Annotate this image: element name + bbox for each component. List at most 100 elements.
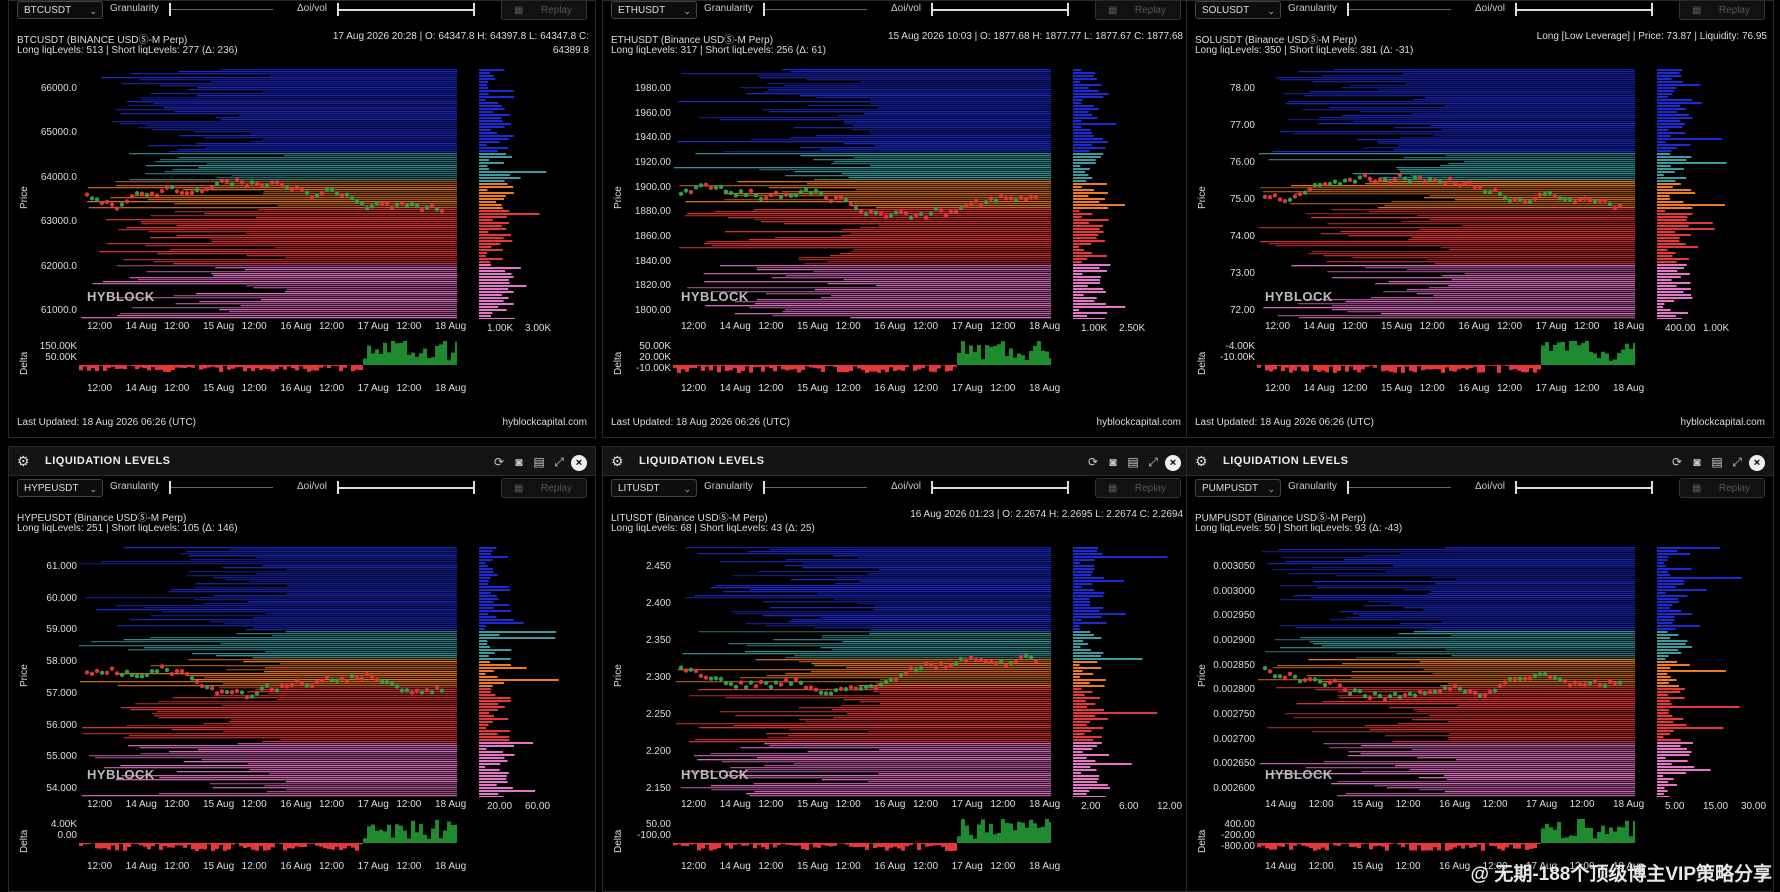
camera-icon[interactable]: ◙	[1105, 454, 1121, 470]
symbol-select[interactable]: HYPEUSDT ⌄	[17, 479, 103, 497]
delta-chart[interactable]	[79, 341, 457, 381]
save-icon[interactable]: ▤	[1125, 454, 1141, 470]
price-tick-label: 55.000	[46, 751, 77, 763]
liquidation-level-line	[1398, 169, 1635, 171]
expand-icon[interactable]: ⤢	[1145, 454, 1161, 470]
delta-chart[interactable]	[673, 341, 1051, 381]
granularity-slider[interactable]	[169, 481, 273, 494]
delta-tick-label: 150.00K	[39, 341, 77, 352]
liquidation-level-line	[1448, 163, 1635, 165]
refresh-icon[interactable]: ⟳	[491, 454, 507, 470]
granularity-slider[interactable]	[1347, 481, 1451, 494]
symbol-select[interactable]: PUMPUSDT ⌄	[1195, 479, 1281, 497]
gear-icon[interactable]: ⚙	[17, 453, 33, 469]
camera-icon[interactable]: ◙	[1689, 454, 1705, 470]
save-icon[interactable]: ▤	[1709, 454, 1725, 470]
doi-vol-slider[interactable]	[931, 481, 1069, 494]
replay-button[interactable]: ▦ Replay	[1095, 478, 1181, 498]
delta-chart[interactable]	[79, 819, 457, 859]
symbol-select[interactable]: ETHUSDT ⌄	[611, 1, 697, 19]
liquidation-heatmap[interactable]	[1257, 547, 1635, 797]
symbol-select[interactable]: BTCUSDT ⌄	[17, 1, 103, 19]
histogram-tick-label: 6.00	[1119, 801, 1139, 812]
refresh-icon[interactable]: ⟳	[1669, 454, 1685, 470]
delta-bar	[733, 843, 737, 845]
liquidation-level-line	[1347, 755, 1635, 757]
delta-axis-title: Delta	[1197, 829, 1208, 853]
delta-bar	[957, 836, 961, 843]
candle-marker	[304, 190, 310, 195]
replay-button[interactable]: ▦ Replay	[501, 1, 587, 20]
doi-vol-slider-min-handle[interactable]	[337, 481, 339, 494]
granularity-slider[interactable]	[763, 481, 867, 494]
granularity-slider-handle[interactable]	[763, 481, 765, 494]
replay-button[interactable]: ▦ Replay	[501, 478, 587, 498]
delta-bar	[1601, 825, 1605, 843]
save-icon[interactable]: ▤	[531, 454, 547, 470]
symbol-select[interactable]: SOLUSDT ⌄	[1195, 1, 1281, 19]
histogram-bar	[479, 739, 510, 741]
delta-bar	[805, 365, 809, 367]
candle-marker	[1367, 176, 1373, 182]
liquidation-heatmap[interactable]	[673, 69, 1051, 319]
doi-vol-slider-max-handle[interactable]	[1067, 481, 1069, 494]
doi-vol-slider-max-handle[interactable]	[1651, 3, 1653, 16]
doi-vol-slider[interactable]	[1515, 3, 1653, 16]
liquidation-level-line	[870, 133, 1051, 135]
doi-vol-slider-max-handle[interactable]	[473, 481, 475, 494]
liquidation-heatmap[interactable]	[79, 547, 457, 797]
delta-chart[interactable]	[673, 819, 1051, 859]
delta-bar	[689, 365, 693, 368]
doi-vol-slider[interactable]	[931, 3, 1069, 16]
doi-vol-slider-min-handle[interactable]	[337, 3, 339, 16]
symbol-select[interactable]: LITUSDT ⌄	[611, 479, 697, 497]
delta-chart[interactable]	[1257, 341, 1635, 381]
granularity-slider[interactable]	[169, 3, 273, 16]
granularity-slider-handle[interactable]	[1347, 481, 1349, 494]
expand-icon[interactable]: ⤢	[551, 454, 567, 470]
liquidation-level-line	[785, 559, 1051, 561]
close-icon[interactable]: ×	[571, 455, 587, 471]
liquidation-heatmap[interactable]	[673, 547, 1051, 797]
liquidation-heatmap[interactable]	[1257, 69, 1635, 319]
granularity-slider[interactable]	[1347, 3, 1451, 16]
doi-vol-slider-max-handle[interactable]	[1651, 481, 1653, 494]
liquidation-heatmap[interactable]	[79, 69, 457, 319]
granularity-slider[interactable]	[763, 3, 867, 16]
doi-vol-slider[interactable]	[337, 3, 475, 16]
doi-vol-slider[interactable]	[1515, 481, 1653, 494]
site-link[interactable]: hyblockcapital.com	[1681, 417, 1765, 428]
site-link[interactable]: hyblockcapital.com	[503, 417, 587, 428]
expand-icon[interactable]: ⤢	[1729, 454, 1745, 470]
candle-marker	[743, 685, 749, 690]
replay-button[interactable]: ▦ Replay	[1095, 1, 1181, 20]
doi-vol-slider-min-handle[interactable]	[1515, 481, 1517, 494]
gear-icon[interactable]: ⚙	[1195, 453, 1211, 469]
granularity-slider-handle[interactable]	[169, 481, 171, 494]
candle-marker	[1497, 191, 1503, 197]
granularity-slider-handle[interactable]	[1347, 3, 1349, 16]
site-link[interactable]: hyblockcapital.com	[1097, 417, 1181, 428]
replay-button[interactable]: ▦ Replay	[1679, 478, 1765, 498]
delta-bar	[203, 843, 207, 850]
granularity-slider-handle[interactable]	[763, 3, 765, 16]
doi-vol-slider-min-handle[interactable]	[931, 3, 933, 16]
gear-icon[interactable]: ⚙	[611, 453, 627, 469]
close-icon[interactable]: ×	[1165, 455, 1181, 471]
doi-vol-slider-min-handle[interactable]	[931, 481, 933, 494]
delta-bar	[1497, 365, 1501, 373]
liquidation-level-line	[850, 251, 1051, 253]
doi-vol-slider-min-handle[interactable]	[1515, 3, 1517, 16]
close-icon[interactable]: ×	[1749, 455, 1765, 471]
granularity-slider-handle[interactable]	[169, 3, 171, 16]
refresh-icon[interactable]: ⟳	[1085, 454, 1101, 470]
candle-marker	[1417, 689, 1423, 695]
doi-vol-slider-max-handle[interactable]	[473, 3, 475, 16]
doi-vol-slider[interactable]	[337, 481, 475, 494]
doi-vol-slider-max-handle[interactable]	[1067, 3, 1069, 16]
replay-button[interactable]: ▦ Replay	[1679, 1, 1765, 20]
delta-chart[interactable]	[1257, 819, 1635, 859]
camera-icon[interactable]: ◙	[511, 454, 527, 470]
price-tick-label: 1920.00	[634, 157, 671, 168]
candle-marker	[234, 688, 240, 694]
